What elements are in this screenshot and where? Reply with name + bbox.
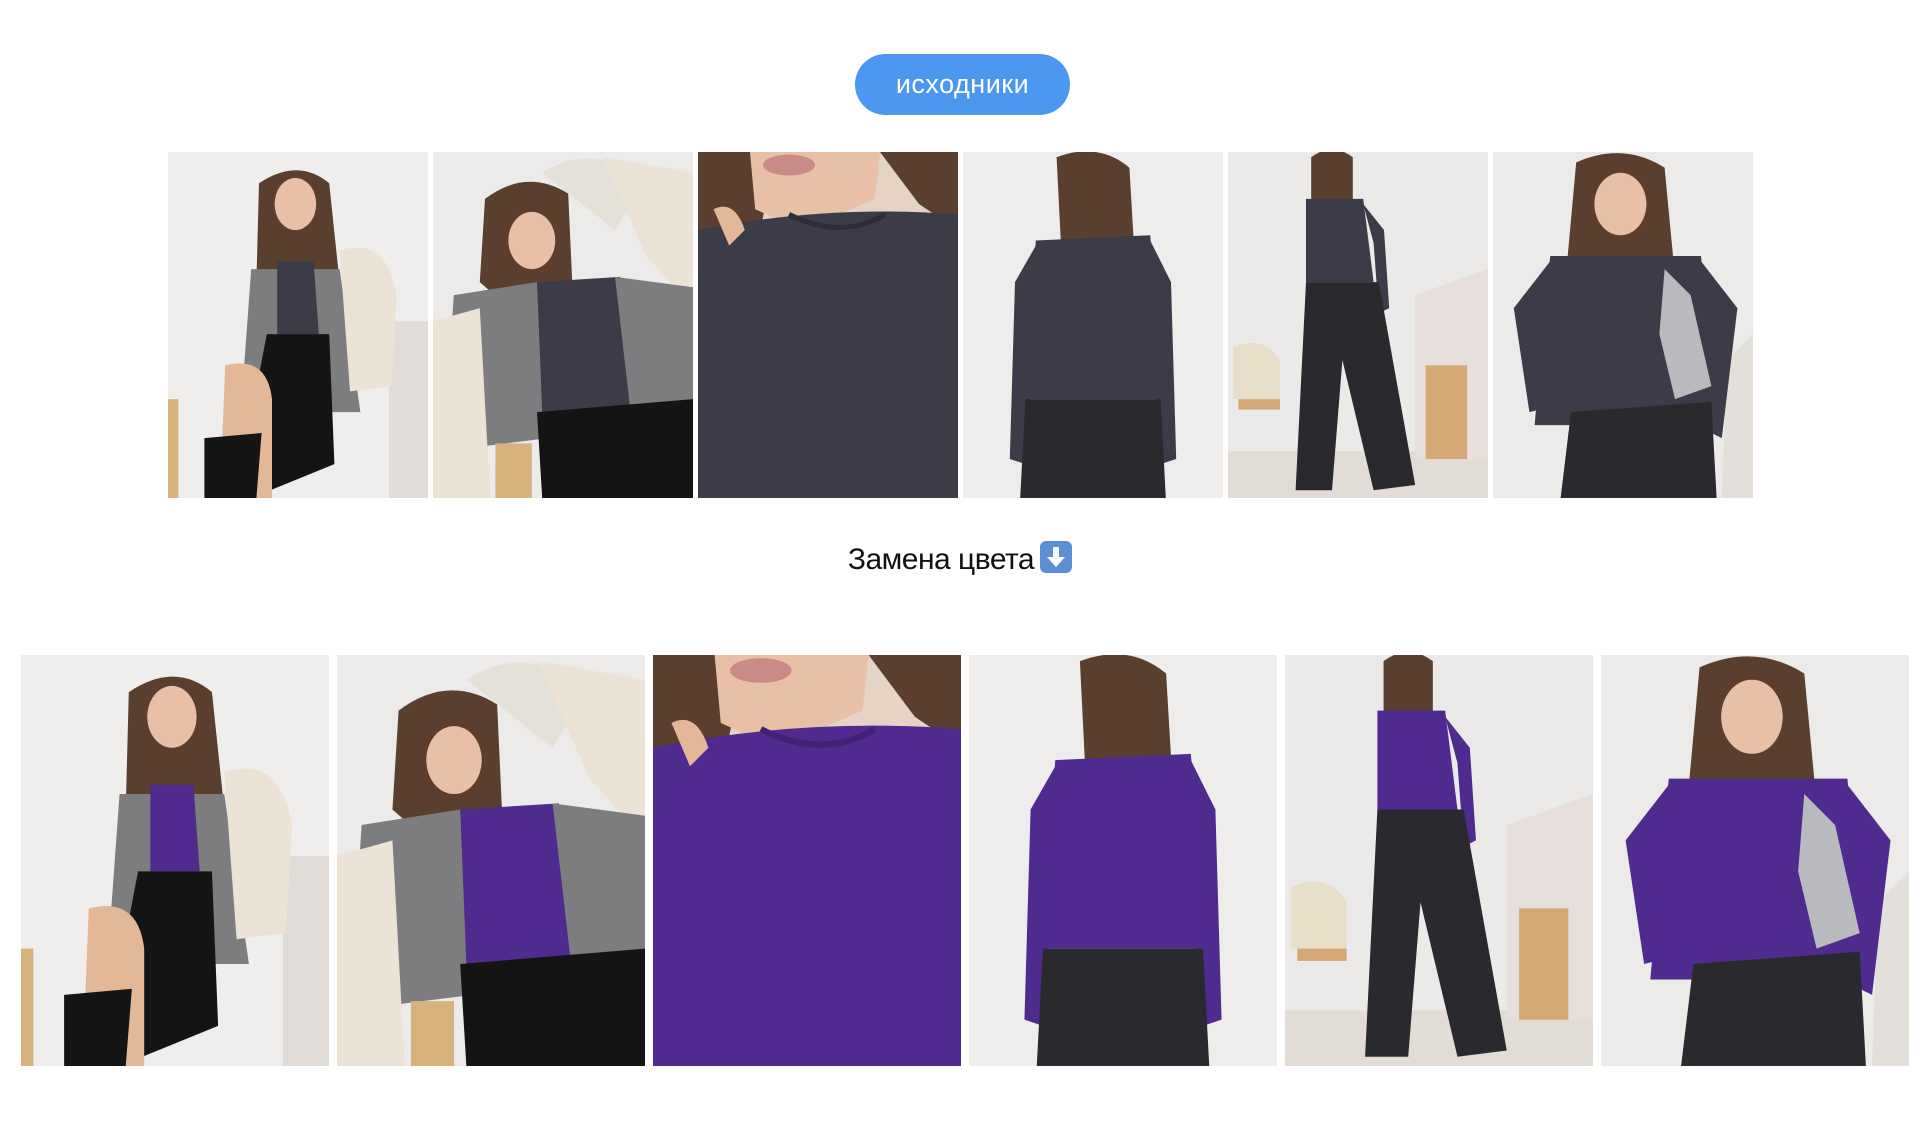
down-arrow-icon xyxy=(1040,541,1073,573)
photo-bomber-seated-original[interactable] xyxy=(168,152,428,498)
photo-closeup-neckline-recolored[interactable] xyxy=(653,655,961,1066)
caption-text: Замена цвета xyxy=(847,543,1035,576)
photo-bag-pose-recolored[interactable] xyxy=(1601,655,1909,1066)
photo-full-length-jeans-recolored[interactable] xyxy=(1285,655,1593,1066)
photo-back-view-original[interactable] xyxy=(963,152,1223,498)
original-photos-row xyxy=(168,152,1753,498)
photo-bomber-seated-recolored[interactable] xyxy=(21,655,329,1066)
recolored-photos-row xyxy=(21,655,1909,1066)
photo-bag-pose-original[interactable] xyxy=(1493,152,1753,498)
color-change-caption: Замена цвета xyxy=(0,541,1920,577)
photo-full-length-jeans-original[interactable] xyxy=(1228,152,1488,498)
photo-back-view-recolored[interactable] xyxy=(969,655,1277,1066)
photo-closeup-neckline-original[interactable] xyxy=(698,152,958,498)
originals-button[interactable]: исходники xyxy=(855,54,1070,115)
photo-bomber-arm-raised-recolored[interactable] xyxy=(337,655,645,1066)
photo-bomber-arm-raised-original[interactable] xyxy=(433,152,693,498)
